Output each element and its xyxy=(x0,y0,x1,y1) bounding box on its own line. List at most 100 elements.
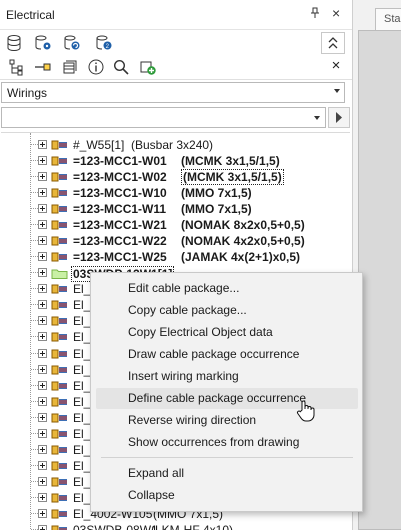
go-button[interactable] xyxy=(328,107,350,128)
tree-row-description: (NOMAK 4x2x0,5+0,5) xyxy=(181,234,305,249)
menu-item-show-occurrences-from-drawing[interactable]: Show occurrences from drawing xyxy=(96,432,358,453)
expand-icon[interactable] xyxy=(38,476,47,486)
hierarchy-icon[interactable] xyxy=(6,56,28,78)
cable-package-icon xyxy=(51,236,67,246)
cable-package-icon xyxy=(51,525,67,530)
database-refresh-icon[interactable] xyxy=(61,32,83,54)
menu-item-draw-cable-package-occurrence[interactable]: Draw cable package occurrence xyxy=(96,344,358,365)
expand-icon[interactable] xyxy=(38,188,47,198)
tree-connector xyxy=(31,192,38,194)
database-icon[interactable] xyxy=(3,32,25,54)
tree-row-name: =123-MCC1-W21 xyxy=(73,218,167,233)
tree-row-name: =123-MCC1-W11 xyxy=(73,202,167,217)
panel-titlebar: Electrical × xyxy=(0,0,352,30)
menu-item-define-cable-package-occurrence[interactable]: Define cable package occurrence xyxy=(96,388,358,409)
tree-row[interactable]: =123-MCC1-W25 (JAMAK 4x(2+1)x0,5) xyxy=(1,249,350,265)
expand-icon[interactable] xyxy=(38,156,47,166)
tree-connector xyxy=(31,320,38,322)
database-settings-icon[interactable] xyxy=(32,32,54,54)
cable-package-icon xyxy=(51,220,67,230)
expand-icon[interactable] xyxy=(38,316,47,326)
expand-icon[interactable] xyxy=(38,380,47,390)
expand-icon[interactable] xyxy=(38,252,47,262)
pin-icon[interactable] xyxy=(310,7,320,22)
expand-icon[interactable] xyxy=(38,508,47,518)
tree-connector xyxy=(31,208,38,210)
search-input[interactable] xyxy=(1,107,326,128)
tree-connector xyxy=(31,368,38,370)
tree-row-name: El_ xyxy=(73,298,91,313)
expand-icon[interactable] xyxy=(38,396,47,406)
tree-row-name: El_ xyxy=(73,458,91,473)
tab-start[interactable]: Sta xyxy=(375,8,401,30)
expand-icon[interactable] xyxy=(38,300,47,310)
cable-package-icon xyxy=(51,509,67,519)
tree-connector xyxy=(31,352,38,354)
menu-item-reverse-wiring-direction[interactable]: Reverse wiring direction xyxy=(96,410,358,431)
expand-icon[interactable] xyxy=(38,444,47,454)
collapse-toolbar-button[interactable] xyxy=(321,32,345,54)
tree-row[interactable]: =123-MCC1-W01 (MCMK 3x1,5/1,5) xyxy=(1,153,350,169)
search-dropdown-icon[interactable] xyxy=(314,116,320,120)
tree-row[interactable]: =123-MCC1-W02 (MCMK 3x1,5/1,5) xyxy=(1,169,350,186)
expand-icon[interactable] xyxy=(38,348,47,358)
menu-item-insert-wiring-marking[interactable]: Insert wiring marking xyxy=(96,366,358,387)
tree-row-name: 03SWDB-08W1 xyxy=(73,522,158,530)
expand-icon[interactable] xyxy=(38,428,47,438)
expand-icon[interactable] xyxy=(38,220,47,230)
tree-row-name: El_ xyxy=(73,410,91,425)
cable-package-icon xyxy=(51,252,67,262)
expand-icon[interactable] xyxy=(38,268,47,278)
expand-icon[interactable] xyxy=(38,140,47,149)
tree-connector xyxy=(31,336,38,338)
new-item-icon[interactable] xyxy=(137,56,159,78)
layers-icon[interactable] xyxy=(59,56,81,78)
expand-icon[interactable] xyxy=(38,332,47,342)
tree-row-name: El_ xyxy=(73,282,91,297)
menu-item-edit-cable-package[interactable]: Edit cable package... xyxy=(96,278,358,299)
tree-row-name: El_ xyxy=(73,346,91,361)
tree-connector xyxy=(31,304,38,306)
tree-row-name: =123-MCC1-W25 xyxy=(73,250,167,265)
close-icon[interactable]: × xyxy=(325,57,347,77)
view-filter-value: Wirings xyxy=(7,86,48,100)
tree-row[interactable]: =123-MCC1-W21 (NOMAK 8x2x0,5+0,5) xyxy=(1,217,350,233)
expand-icon[interactable] xyxy=(38,236,47,246)
expand-icon[interactable] xyxy=(38,172,47,182)
menu-item-collapse[interactable]: Collapse xyxy=(96,485,358,506)
tree-connector xyxy=(31,176,38,178)
tree-row[interactable]: =123-MCC1-W22 (NOMAK 4x2x0,5+0,5) xyxy=(1,233,350,249)
cable-package-icon xyxy=(51,493,67,503)
expand-icon[interactable] xyxy=(38,204,47,214)
tree-row[interactable]: =123-MCC1-W10 (MMO 7x1,5) xyxy=(1,185,350,201)
expand-icon[interactable] xyxy=(38,284,47,294)
database-sync-icon[interactable]: 2 xyxy=(93,32,115,54)
menu-item-copy-electrical-object-data[interactable]: Copy Electrical Object data xyxy=(96,322,358,343)
tree-connector xyxy=(31,224,38,226)
search-icon[interactable] xyxy=(110,56,132,78)
chevron-down-icon xyxy=(334,89,340,93)
info-icon[interactable] xyxy=(85,56,107,78)
tree-row[interactable]: #_W55[1] (Busbar 3x240) xyxy=(1,137,350,153)
tree-row[interactable]: =123-MCC1-W11 (MMO 7x1,5) xyxy=(1,201,350,217)
drawing-canvas[interactable] xyxy=(358,30,401,530)
panel-title: Electrical xyxy=(6,8,55,22)
tree-row[interactable]: 03SWDB-08W1 (LKM-HF 4x10) xyxy=(1,522,350,530)
wire-icon[interactable] xyxy=(32,56,54,78)
tree-connector xyxy=(31,496,38,498)
expand-icon[interactable] xyxy=(38,412,47,422)
tree-row-description: (MCMK 3x1,5/1,5) xyxy=(181,154,280,169)
cable-package-icon xyxy=(51,381,67,391)
expand-icon[interactable] xyxy=(38,364,47,374)
panel-close-icon[interactable]: × xyxy=(332,5,340,21)
menu-item-expand-all[interactable]: Expand all xyxy=(96,463,358,484)
tree-connector xyxy=(31,144,38,145)
cable-package-icon xyxy=(51,284,67,294)
view-filter-select[interactable]: Wirings xyxy=(1,82,345,103)
menu-separator xyxy=(101,457,353,458)
expand-icon[interactable] xyxy=(38,524,47,530)
expand-icon[interactable] xyxy=(38,492,47,502)
menu-item-copy-cable-package[interactable]: Copy cable package... xyxy=(96,300,358,321)
expand-icon[interactable] xyxy=(38,460,47,470)
tree-connector xyxy=(31,288,38,290)
